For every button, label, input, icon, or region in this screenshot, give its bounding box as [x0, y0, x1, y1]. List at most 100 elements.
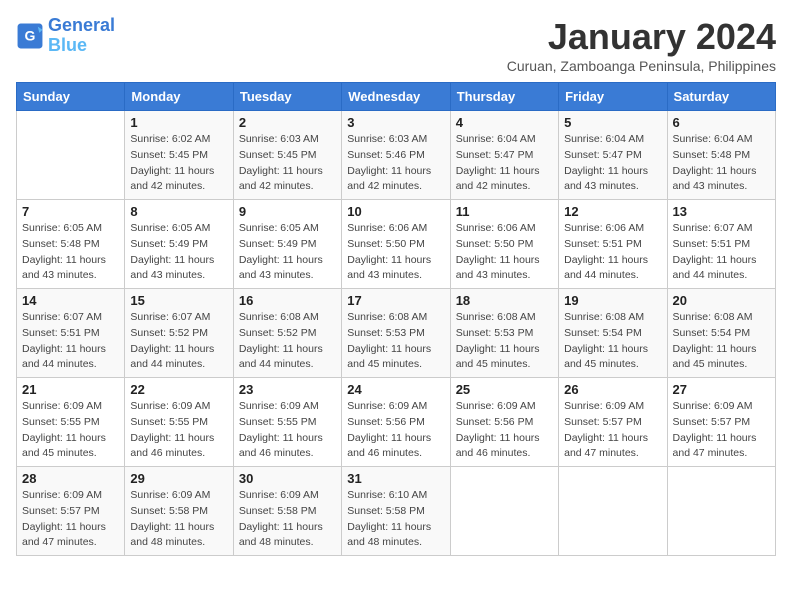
calendar-cell: 30 Sunrise: 6:09 AMSunset: 5:58 PMDayligh…	[233, 467, 341, 556]
day-number: 22	[130, 382, 227, 397]
day-number: 10	[347, 204, 444, 219]
day-detail: Sunrise: 6:07 AMSunset: 5:52 PMDaylight:…	[130, 310, 227, 373]
logo: G General Blue	[16, 16, 115, 56]
calendar-cell: 22 Sunrise: 6:09 AMSunset: 5:55 PMDayligh…	[125, 378, 233, 467]
day-number: 30	[239, 471, 336, 486]
calendar-week-4: 21 Sunrise: 6:09 AMSunset: 5:55 PMDayligh…	[17, 378, 776, 467]
calendar-cell	[17, 111, 125, 200]
day-number: 29	[130, 471, 227, 486]
day-detail: Sunrise: 6:05 AMSunset: 5:48 PMDaylight:…	[22, 221, 119, 284]
calendar-week-5: 28Sunrise: 6:09 AMSunset: 5:57 PMDayligh…	[17, 467, 776, 556]
calendar-cell	[667, 467, 775, 556]
day-number: 13	[673, 204, 770, 219]
day-detail: Sunrise: 6:05 AMSunset: 5:49 PMDaylight:…	[239, 221, 336, 284]
day-number: 1	[130, 115, 227, 130]
day-detail: Sunrise: 6:08 AMSunset: 5:54 PMDaylight:…	[564, 310, 661, 373]
calendar-cell: 28Sunrise: 6:09 AMSunset: 5:57 PMDayligh…	[17, 467, 125, 556]
calendar-cell: 16 Sunrise: 6:08 AMSunset: 5:52 PMDayligh…	[233, 289, 341, 378]
weekday-tuesday: Tuesday	[233, 83, 341, 111]
calendar-cell: 25 Sunrise: 6:09 AMSunset: 5:56 PMDayligh…	[450, 378, 558, 467]
calendar-cell: 9 Sunrise: 6:05 AMSunset: 5:49 PMDaylight…	[233, 200, 341, 289]
day-number: 17	[347, 293, 444, 308]
day-detail: Sunrise: 6:07 AMSunset: 5:51 PMDaylight:…	[22, 310, 119, 373]
calendar-week-3: 14Sunrise: 6:07 AMSunset: 5:51 PMDayligh…	[17, 289, 776, 378]
day-detail: Sunrise: 6:03 AMSunset: 5:45 PMDaylight:…	[239, 132, 336, 195]
day-detail: Sunrise: 6:06 AMSunset: 5:50 PMDaylight:…	[347, 221, 444, 284]
day-detail: Sunrise: 6:08 AMSunset: 5:52 PMDaylight:…	[239, 310, 336, 373]
weekday-header-row: SundayMondayTuesdayWednesdayThursdayFrid…	[17, 83, 776, 111]
day-number: 2	[239, 115, 336, 130]
day-number: 21	[22, 382, 119, 397]
day-number: 27	[673, 382, 770, 397]
day-detail: Sunrise: 6:08 AMSunset: 5:53 PMDaylight:…	[456, 310, 553, 373]
weekday-saturday: Saturday	[667, 83, 775, 111]
day-number: 7	[22, 204, 119, 219]
day-detail: Sunrise: 6:09 AMSunset: 5:55 PMDaylight:…	[22, 399, 119, 462]
calendar-cell: 29 Sunrise: 6:09 AMSunset: 5:58 PMDayligh…	[125, 467, 233, 556]
weekday-friday: Friday	[559, 83, 667, 111]
day-detail: Sunrise: 6:09 AMSunset: 5:57 PMDaylight:…	[22, 488, 119, 551]
calendar-cell: 15Sunrise: 6:07 AMSunset: 5:52 PMDayligh…	[125, 289, 233, 378]
day-detail: Sunrise: 6:08 AMSunset: 5:54 PMDaylight:…	[673, 310, 770, 373]
calendar-cell: 6 Sunrise: 6:04 AMSunset: 5:48 PMDaylight…	[667, 111, 775, 200]
weekday-monday: Monday	[125, 83, 233, 111]
calendar-cell: 19 Sunrise: 6:08 AMSunset: 5:54 PMDayligh…	[559, 289, 667, 378]
day-number: 19	[564, 293, 661, 308]
day-detail: Sunrise: 6:07 AMSunset: 5:51 PMDaylight:…	[673, 221, 770, 284]
svg-text:G: G	[25, 27, 36, 43]
day-detail: Sunrise: 6:09 AMSunset: 5:57 PMDaylight:…	[673, 399, 770, 462]
day-number: 24	[347, 382, 444, 397]
day-detail: Sunrise: 6:09 AMSunset: 5:55 PMDaylight:…	[239, 399, 336, 462]
calendar-table: SundayMondayTuesdayWednesdayThursdayFrid…	[16, 82, 776, 556]
calendar-week-2: 7 Sunrise: 6:05 AMSunset: 5:48 PMDaylight…	[17, 200, 776, 289]
day-detail: Sunrise: 6:10 AMSunset: 5:58 PMDaylight:…	[347, 488, 444, 551]
day-detail: Sunrise: 6:06 AMSunset: 5:51 PMDaylight:…	[564, 221, 661, 284]
calendar-cell: 8Sunrise: 6:05 AMSunset: 5:49 PMDaylight…	[125, 200, 233, 289]
weekday-wednesday: Wednesday	[342, 83, 450, 111]
calendar-cell: 12Sunrise: 6:06 AMSunset: 5:51 PMDayligh…	[559, 200, 667, 289]
day-number: 26	[564, 382, 661, 397]
calendar-cell: 21 Sunrise: 6:09 AMSunset: 5:55 PMDayligh…	[17, 378, 125, 467]
calendar-cell: 20 Sunrise: 6:08 AMSunset: 5:54 PMDayligh…	[667, 289, 775, 378]
day-detail: Sunrise: 6:08 AMSunset: 5:53 PMDaylight:…	[347, 310, 444, 373]
day-number: 11	[456, 204, 553, 219]
calendar-body: 1 Sunrise: 6:02 AMSunset: 5:45 PMDaylight…	[17, 111, 776, 556]
day-detail: Sunrise: 6:09 AMSunset: 5:58 PMDaylight:…	[130, 488, 227, 551]
calendar-cell: 27 Sunrise: 6:09 AMSunset: 5:57 PMDayligh…	[667, 378, 775, 467]
day-detail: Sunrise: 6:09 AMSunset: 5:56 PMDaylight:…	[347, 399, 444, 462]
day-detail: Sunrise: 6:09 AMSunset: 5:56 PMDaylight:…	[456, 399, 553, 462]
calendar-cell: 1 Sunrise: 6:02 AMSunset: 5:45 PMDaylight…	[125, 111, 233, 200]
calendar-cell: 10 Sunrise: 6:06 AMSunset: 5:50 PMDayligh…	[342, 200, 450, 289]
day-detail: Sunrise: 6:04 AMSunset: 5:48 PMDaylight:…	[673, 132, 770, 195]
calendar-cell: 3 Sunrise: 6:03 AMSunset: 5:46 PMDaylight…	[342, 111, 450, 200]
calendar-cell: 31 Sunrise: 6:10 AMSunset: 5:58 PMDayligh…	[342, 467, 450, 556]
day-detail: Sunrise: 6:04 AMSunset: 5:47 PMDaylight:…	[456, 132, 553, 195]
calendar-week-1: 1 Sunrise: 6:02 AMSunset: 5:45 PMDaylight…	[17, 111, 776, 200]
day-detail: Sunrise: 6:09 AMSunset: 5:58 PMDaylight:…	[239, 488, 336, 551]
calendar-cell: 13 Sunrise: 6:07 AMSunset: 5:51 PMDayligh…	[667, 200, 775, 289]
day-number: 31	[347, 471, 444, 486]
day-detail: Sunrise: 6:02 AMSunset: 5:45 PMDaylight:…	[130, 132, 227, 195]
calendar-cell: 18Sunrise: 6:08 AMSunset: 5:53 PMDayligh…	[450, 289, 558, 378]
calendar-cell: 17 Sunrise: 6:08 AMSunset: 5:53 PMDayligh…	[342, 289, 450, 378]
calendar-cell: 14Sunrise: 6:07 AMSunset: 5:51 PMDayligh…	[17, 289, 125, 378]
day-detail: Sunrise: 6:09 AMSunset: 5:57 PMDaylight:…	[564, 399, 661, 462]
calendar-cell: 7 Sunrise: 6:05 AMSunset: 5:48 PMDaylight…	[17, 200, 125, 289]
weekday-sunday: Sunday	[17, 83, 125, 111]
day-detail: Sunrise: 6:03 AMSunset: 5:46 PMDaylight:…	[347, 132, 444, 195]
day-number: 9	[239, 204, 336, 219]
day-number: 20	[673, 293, 770, 308]
day-detail: Sunrise: 6:09 AMSunset: 5:55 PMDaylight:…	[130, 399, 227, 462]
day-number: 23	[239, 382, 336, 397]
day-detail: Sunrise: 6:04 AMSunset: 5:47 PMDaylight:…	[564, 132, 661, 195]
calendar-cell: 2 Sunrise: 6:03 AMSunset: 5:45 PMDaylight…	[233, 111, 341, 200]
day-detail: Sunrise: 6:06 AMSunset: 5:50 PMDaylight:…	[456, 221, 553, 284]
day-number: 3	[347, 115, 444, 130]
day-number: 16	[239, 293, 336, 308]
logo-icon: G	[16, 22, 44, 50]
calendar-subtitle: Curuan, Zamboanga Peninsula, Philippines	[507, 58, 776, 74]
page-header: G General Blue January 2024 Curuan, Zamb…	[16, 16, 776, 74]
calendar-title: January 2024	[507, 16, 776, 58]
day-number: 6	[673, 115, 770, 130]
day-number: 25	[456, 382, 553, 397]
